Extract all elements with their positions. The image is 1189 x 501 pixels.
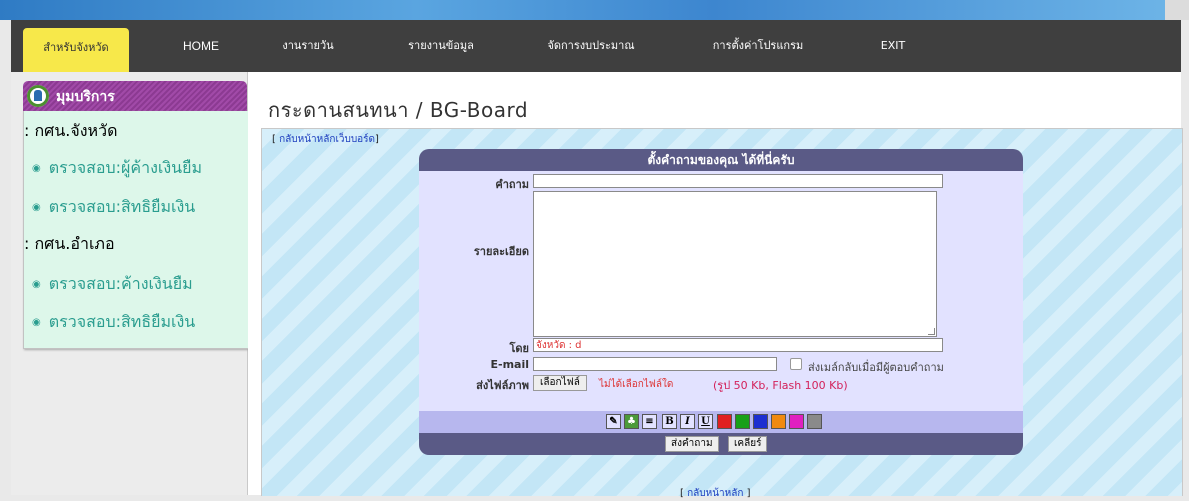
sidebar-header: มุมบริการ	[23, 81, 247, 111]
no-file-text: ไม่ได้เลือกไฟล์ใด	[599, 379, 674, 390]
picture-icon[interactable]: ♣	[624, 414, 639, 429]
color-orange-icon[interactable]	[771, 414, 786, 429]
sidebar: มุมบริการ : กศน.จังหวัด ◉ ตรวจสอบ:ผู้ค้าง…	[11, 72, 249, 495]
bracket-close: ]	[375, 134, 379, 145]
notify-checkbox[interactable]	[790, 358, 802, 370]
sidebar-group-district: : กศน.อำเภอ	[24, 234, 115, 253]
link-icon[interactable]: ✎	[606, 414, 621, 429]
scroll-corner	[1165, 0, 1189, 20]
back-to-home-link[interactable]: กลับหน้าหลัก	[687, 488, 743, 499]
sidebar-link-label: ตรวจสอบ:สิทธิยืมเงิน	[48, 197, 196, 216]
back-to-board-home: [ กลับหน้าหลักเว็บบอร์ด]	[272, 132, 379, 147]
nav-budget[interactable]: จัดการงบประมาณ	[541, 20, 641, 72]
main-nav: สำหรับจังหวัด HOME งานรายวัน รายงานข้อมู…	[11, 20, 1181, 72]
choose-file-button[interactable]: เลือกไฟล์	[533, 375, 587, 391]
detail-label: รายละเอียด	[473, 245, 529, 258]
color-blue-icon[interactable]	[753, 414, 768, 429]
underline-icon[interactable]: U	[698, 414, 713, 429]
by-label: โดย	[509, 342, 530, 355]
color-red-icon[interactable]	[717, 414, 732, 429]
size-note: (รูป 50 Kb, Flash 100 Kb)	[713, 379, 848, 392]
form-footer: ส่งคำถาม เคลียร์	[419, 433, 1023, 455]
sidebar-link-label: ตรวจสอบ:สิทธิยืมเงิน	[48, 312, 196, 331]
back-to-home: [ กลับหน้าหลัก ]	[680, 486, 751, 501]
sidebar-link-province-borrowers[interactable]: ◉ ตรวจสอบ:ผู้ค้างเงินยืม	[32, 156, 202, 181]
submit-question-button[interactable]: ส่งคำถาม	[665, 436, 719, 452]
main-content: กระดานสนทนา / BG-Board [ กลับหน้าหลักเว็…	[248, 72, 1183, 499]
nav-province[interactable]: สำหรับจังหวัด	[23, 28, 129, 72]
sidebar-link-province-rights[interactable]: ◉ ตรวจสอบ:สิทธิยืมเงิน	[32, 195, 195, 220]
form-header: ตั้งคำถามของคุณ ได้ที่นี่ครับ	[419, 149, 1023, 171]
top-banner	[0, 0, 1189, 20]
question-form: ตั้งคำถามของคุณ ได้ที่นี่ครับ คำถาม รายล…	[419, 149, 1023, 468]
nav-settings[interactable]: การตั้งค่าโปรแกรม	[703, 20, 813, 72]
sidebar-group-province: : กศน.จังหวัด	[24, 121, 118, 140]
email-input[interactable]	[533, 357, 777, 371]
image-label: ส่งไฟล์ภาพ	[476, 379, 529, 392]
sidebar-link-label: ตรวจสอบ:ค้างเงินยืม	[48, 274, 193, 293]
bold-icon[interactable]: B	[662, 414, 677, 429]
bullet-icon: ◉	[32, 202, 41, 213]
notify-label: ส่งเมล์กลับเมื่อมีผู้ตอบคำถาม	[808, 361, 944, 374]
nav-exit[interactable]: EXIT	[873, 20, 913, 72]
italic-icon[interactable]: I	[680, 414, 695, 429]
email-label: E-mail	[490, 358, 529, 371]
color-green-icon[interactable]	[735, 414, 750, 429]
webboard-area: [ กลับหน้าหลักเว็บบอร์ด] ตั้งคำถามของคุณ…	[261, 128, 1183, 499]
form-body: คำถาม รายละเอียด โดย จังหวัด : d E-mail …	[419, 171, 1023, 411]
nav-report[interactable]: รายงานข้อมูล	[401, 20, 481, 72]
bullet-icon: ◉	[32, 317, 41, 328]
question-input[interactable]	[533, 174, 943, 188]
back-to-board-link[interactable]: กลับหน้าหลักเว็บบอร์ด	[279, 134, 375, 145]
bullet-icon: ◉	[32, 163, 41, 174]
page-title: กระดานสนทนา / BG-Board	[268, 98, 529, 122]
by-input[interactable]: จังหวัด : d	[533, 338, 943, 352]
sidebar-link-label: ตรวจสอบ:ผู้ค้างเงินยืม	[48, 158, 203, 177]
sidebar-link-district-borrowing[interactable]: ◉ ตรวจสอบ:ค้างเงินยืม	[32, 272, 193, 297]
sidebar-link-district-rights[interactable]: ◉ ตรวจสอบ:สิทธิยืมเงิน	[32, 310, 195, 335]
list-icon[interactable]: ≡	[642, 414, 657, 429]
bullet-icon: ◉	[32, 279, 41, 290]
format-toolbar: ✎ ♣ ≡ B I U	[419, 411, 1023, 433]
nav-daily-work[interactable]: งานรายวัน	[273, 20, 343, 72]
question-label: คำถาม	[495, 178, 529, 191]
ministry-logo-icon	[27, 85, 49, 107]
bracket-close: ]	[743, 488, 751, 499]
clear-button[interactable]: เคลียร์	[728, 436, 768, 452]
sidebar-title: มุมบริการ	[56, 89, 115, 105]
detail-textarea[interactable]	[533, 191, 937, 337]
nav-home[interactable]: HOME	[171, 20, 231, 72]
color-pink-icon[interactable]	[789, 414, 804, 429]
sidebar-panel: : กศน.จังหวัด ◉ ตรวจสอบ:ผู้ค้างเงินยืม ◉ ต…	[23, 111, 249, 349]
color-gray-icon[interactable]	[807, 414, 822, 429]
